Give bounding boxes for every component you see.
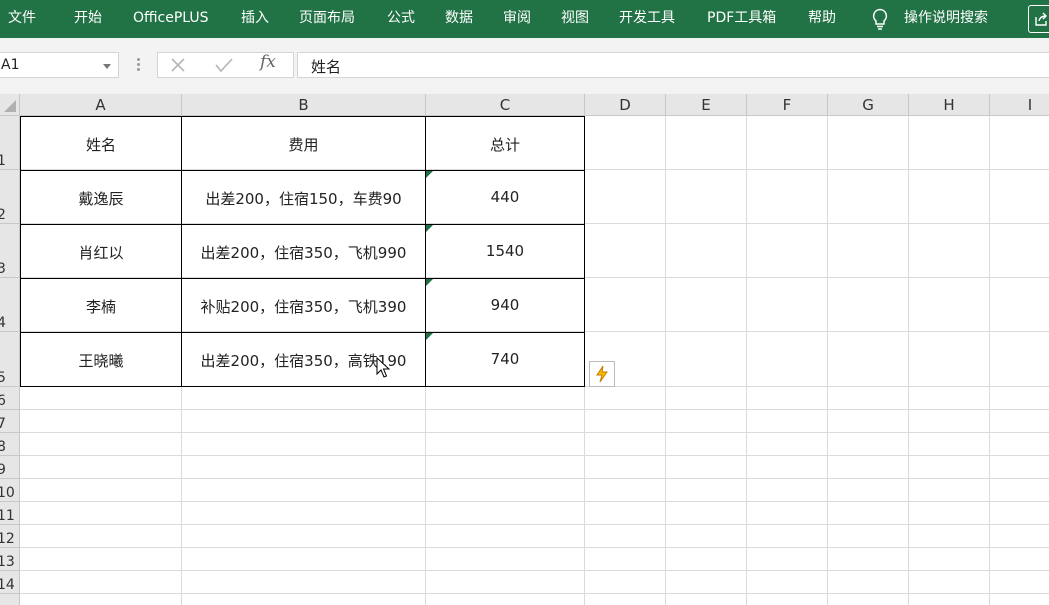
row-header-8[interactable]: 8	[0, 433, 20, 456]
gridline	[20, 409, 1049, 410]
cell-c1[interactable]: 总计	[426, 134, 584, 155]
cell-c4[interactable]: 940	[426, 296, 584, 314]
cell-b1[interactable]: 费用	[182, 134, 425, 155]
gridline	[827, 116, 828, 605]
gridline	[989, 116, 990, 605]
drag-handle-icon[interactable]	[137, 58, 140, 72]
row-header-9[interactable]: 9	[0, 456, 20, 479]
tab-pdf-tools[interactable]: PDF工具箱	[707, 0, 776, 38]
tab-data[interactable]: 数据	[445, 0, 473, 38]
select-all-button[interactable]	[0, 94, 20, 116]
column-header-c[interactable]: C	[426, 94, 585, 116]
insert-function-icon[interactable]: fx	[260, 52, 276, 72]
row-header-1[interactable]: 1	[0, 116, 20, 170]
name-box-value: A1	[1, 57, 20, 73]
error-indicator-icon[interactable]	[426, 279, 433, 286]
lightbulb-icon[interactable]	[871, 8, 889, 30]
mouse-pointer-icon	[376, 357, 390, 378]
chevron-down-icon[interactable]	[103, 64, 111, 69]
row-header-15[interactable]	[0, 594, 20, 605]
gridline	[20, 478, 1049, 479]
tell-me-search[interactable]: 操作说明搜索	[904, 0, 988, 38]
gridline	[20, 524, 1049, 525]
tab-page-layout[interactable]: 页面布局	[299, 0, 355, 38]
gridline	[20, 547, 1049, 548]
column-header-g[interactable]: G	[828, 94, 909, 116]
tab-file[interactable]: 文件	[8, 0, 36, 38]
cell-a1[interactable]: 姓名	[21, 134, 181, 155]
tab-home[interactable]: 开始	[74, 0, 102, 38]
ribbon-tab-bar: 文件 开始 OfficePLUS 插入 页面布局 公式 数据 审阅 视图 开发工…	[0, 0, 1049, 38]
cell-c3[interactable]: 1540	[426, 242, 584, 260]
table-border	[20, 170, 585, 171]
row-header-13[interactable]: 13	[0, 548, 20, 571]
table-border	[20, 224, 585, 225]
row-header-10[interactable]: 10	[0, 479, 20, 502]
gridline	[20, 432, 1049, 433]
cell-c2[interactable]: 440	[426, 188, 584, 206]
lightning-icon	[596, 365, 608, 383]
cell-a3[interactable]: 肖红以	[21, 242, 181, 263]
row-header-4[interactable]: 4	[0, 278, 20, 332]
column-header-h[interactable]: H	[909, 94, 990, 116]
share-button[interactable]	[1028, 5, 1049, 33]
cell-a5[interactable]: 王晓曦	[21, 350, 181, 371]
row-header-5[interactable]: 5	[0, 332, 20, 387]
cell-b3[interactable]: 出差200，住宿350，飞机990	[182, 242, 425, 263]
cancel-x-icon[interactable]	[170, 57, 186, 73]
cell-a4[interactable]: 李楠	[21, 296, 181, 317]
row-header-14[interactable]: 14	[0, 571, 20, 594]
row-header-2[interactable]: 2	[0, 170, 20, 224]
row-header-11[interactable]: 11	[0, 502, 20, 525]
gridline	[20, 593, 1049, 594]
tab-officeplus[interactable]: OfficePLUS	[133, 0, 209, 38]
gridline	[908, 116, 909, 605]
error-indicator-icon[interactable]	[426, 225, 433, 232]
checkmark-icon[interactable]	[215, 57, 233, 73]
gridline	[20, 501, 1049, 502]
error-indicator-icon[interactable]	[426, 333, 433, 340]
tab-developer[interactable]: 开发工具	[619, 0, 675, 38]
cell-b2[interactable]: 出差200，住宿150，车费90	[182, 188, 425, 209]
cell-b4[interactable]: 补贴200，住宿350，飞机390	[182, 296, 425, 317]
tab-review[interactable]: 审阅	[503, 0, 531, 38]
tab-help[interactable]: 帮助	[808, 0, 836, 38]
column-header-e[interactable]: E	[666, 94, 747, 116]
spreadsheet-grid[interactable]: A B C D E F G H I 1 2 3 4 5 6 7 8 9 10 1…	[0, 94, 1049, 605]
gridline	[746, 116, 747, 605]
column-header-d[interactable]: D	[585, 94, 666, 116]
name-box[interactable]: A1	[0, 52, 119, 78]
error-indicator-icon[interactable]	[426, 171, 433, 178]
row-header-6[interactable]: 6	[0, 387, 20, 410]
cell-c5[interactable]: 740	[426, 350, 584, 368]
gridline	[665, 116, 666, 605]
row-header-7[interactable]: 7	[0, 410, 20, 433]
share-icon	[1035, 12, 1047, 26]
gridline	[20, 570, 1049, 571]
gridline	[20, 455, 1049, 456]
formula-bar: A1 fx 姓名	[0, 38, 1049, 94]
column-header-i[interactable]: I	[990, 94, 1049, 116]
table-border	[20, 278, 585, 279]
formula-input[interactable]: 姓名	[297, 52, 1049, 78]
cell-a2[interactable]: 戴逸辰	[21, 188, 181, 209]
row-header-3[interactable]: 3	[0, 224, 20, 278]
table-border	[20, 332, 585, 333]
tab-formulas[interactable]: 公式	[387, 0, 415, 38]
column-header-b[interactable]: B	[182, 94, 426, 116]
column-header-a[interactable]: A	[20, 94, 182, 116]
formula-input-value: 姓名	[311, 58, 342, 76]
row-header-12[interactable]: 12	[0, 525, 20, 548]
tab-view[interactable]: 视图	[561, 0, 589, 38]
tab-insert[interactable]: 插入	[241, 0, 269, 38]
flash-fill-options-button[interactable]	[589, 361, 615, 387]
column-header-f[interactable]: F	[747, 94, 828, 116]
